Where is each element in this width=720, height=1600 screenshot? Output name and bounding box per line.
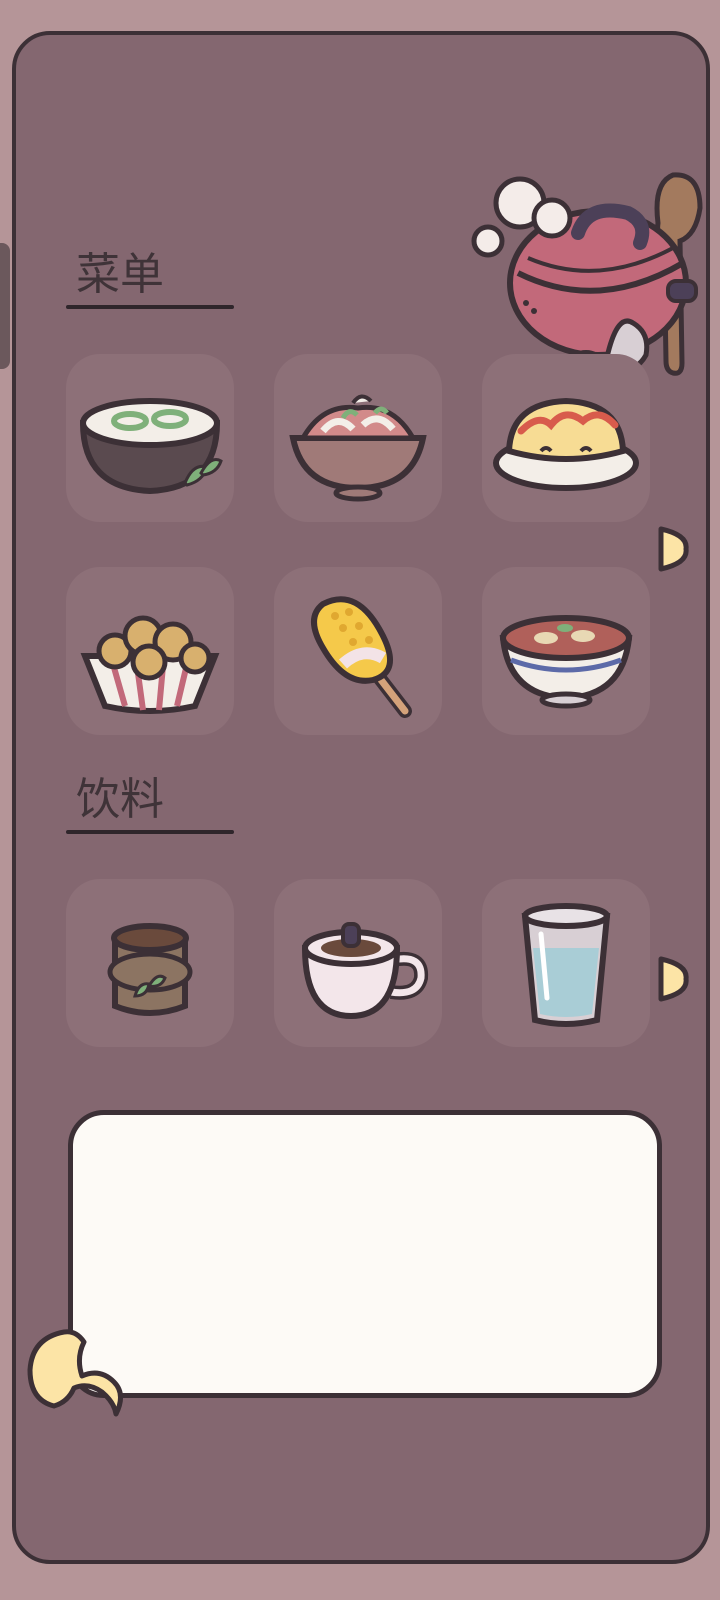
menu-item-omelette-rice[interactable] xyxy=(482,354,650,522)
menu-panel: 菜单 饮料 xyxy=(12,31,710,1564)
fried-chicken-icon xyxy=(80,615,220,714)
tea-cup-icon xyxy=(107,923,193,1016)
menu-section-title: 菜单 xyxy=(66,253,234,309)
meat-bowl-icon xyxy=(289,394,427,502)
menu-item-fried-chicken[interactable] xyxy=(66,567,234,735)
menu-item-stew-bowl[interactable] xyxy=(482,567,650,735)
grilled-corn-icon xyxy=(311,596,412,718)
dialog-box xyxy=(68,1110,662,1398)
water-glass-icon xyxy=(521,903,611,1027)
side-drawer-handle[interactable] xyxy=(0,243,10,369)
drinks-title-text: 饮料 xyxy=(76,774,164,825)
menu-title-text: 菜单 xyxy=(76,249,164,300)
omelette-rice-icon xyxy=(493,397,639,491)
menu-item-noodle-soup[interactable] xyxy=(66,354,234,522)
speech-tail-icon xyxy=(27,1329,123,1417)
drink-item-coffee[interactable] xyxy=(274,879,442,1047)
noodle-soup-icon xyxy=(79,398,223,495)
menu-next-arrow-icon[interactable] xyxy=(656,525,690,573)
menu-title-underline xyxy=(66,305,234,309)
menu-item-grilled-corn[interactable] xyxy=(274,567,442,735)
stew-bowl-icon xyxy=(499,615,633,709)
coffee-cup-icon xyxy=(301,922,429,1020)
drink-item-tea[interactable] xyxy=(66,879,234,1047)
menu-item-meat-bowl[interactable] xyxy=(274,354,442,522)
drinks-title-underline xyxy=(66,830,234,834)
drinks-next-arrow-icon[interactable] xyxy=(656,955,690,1003)
drinks-section-title: 饮料 xyxy=(66,778,234,834)
drink-item-water[interactable] xyxy=(482,879,650,1047)
